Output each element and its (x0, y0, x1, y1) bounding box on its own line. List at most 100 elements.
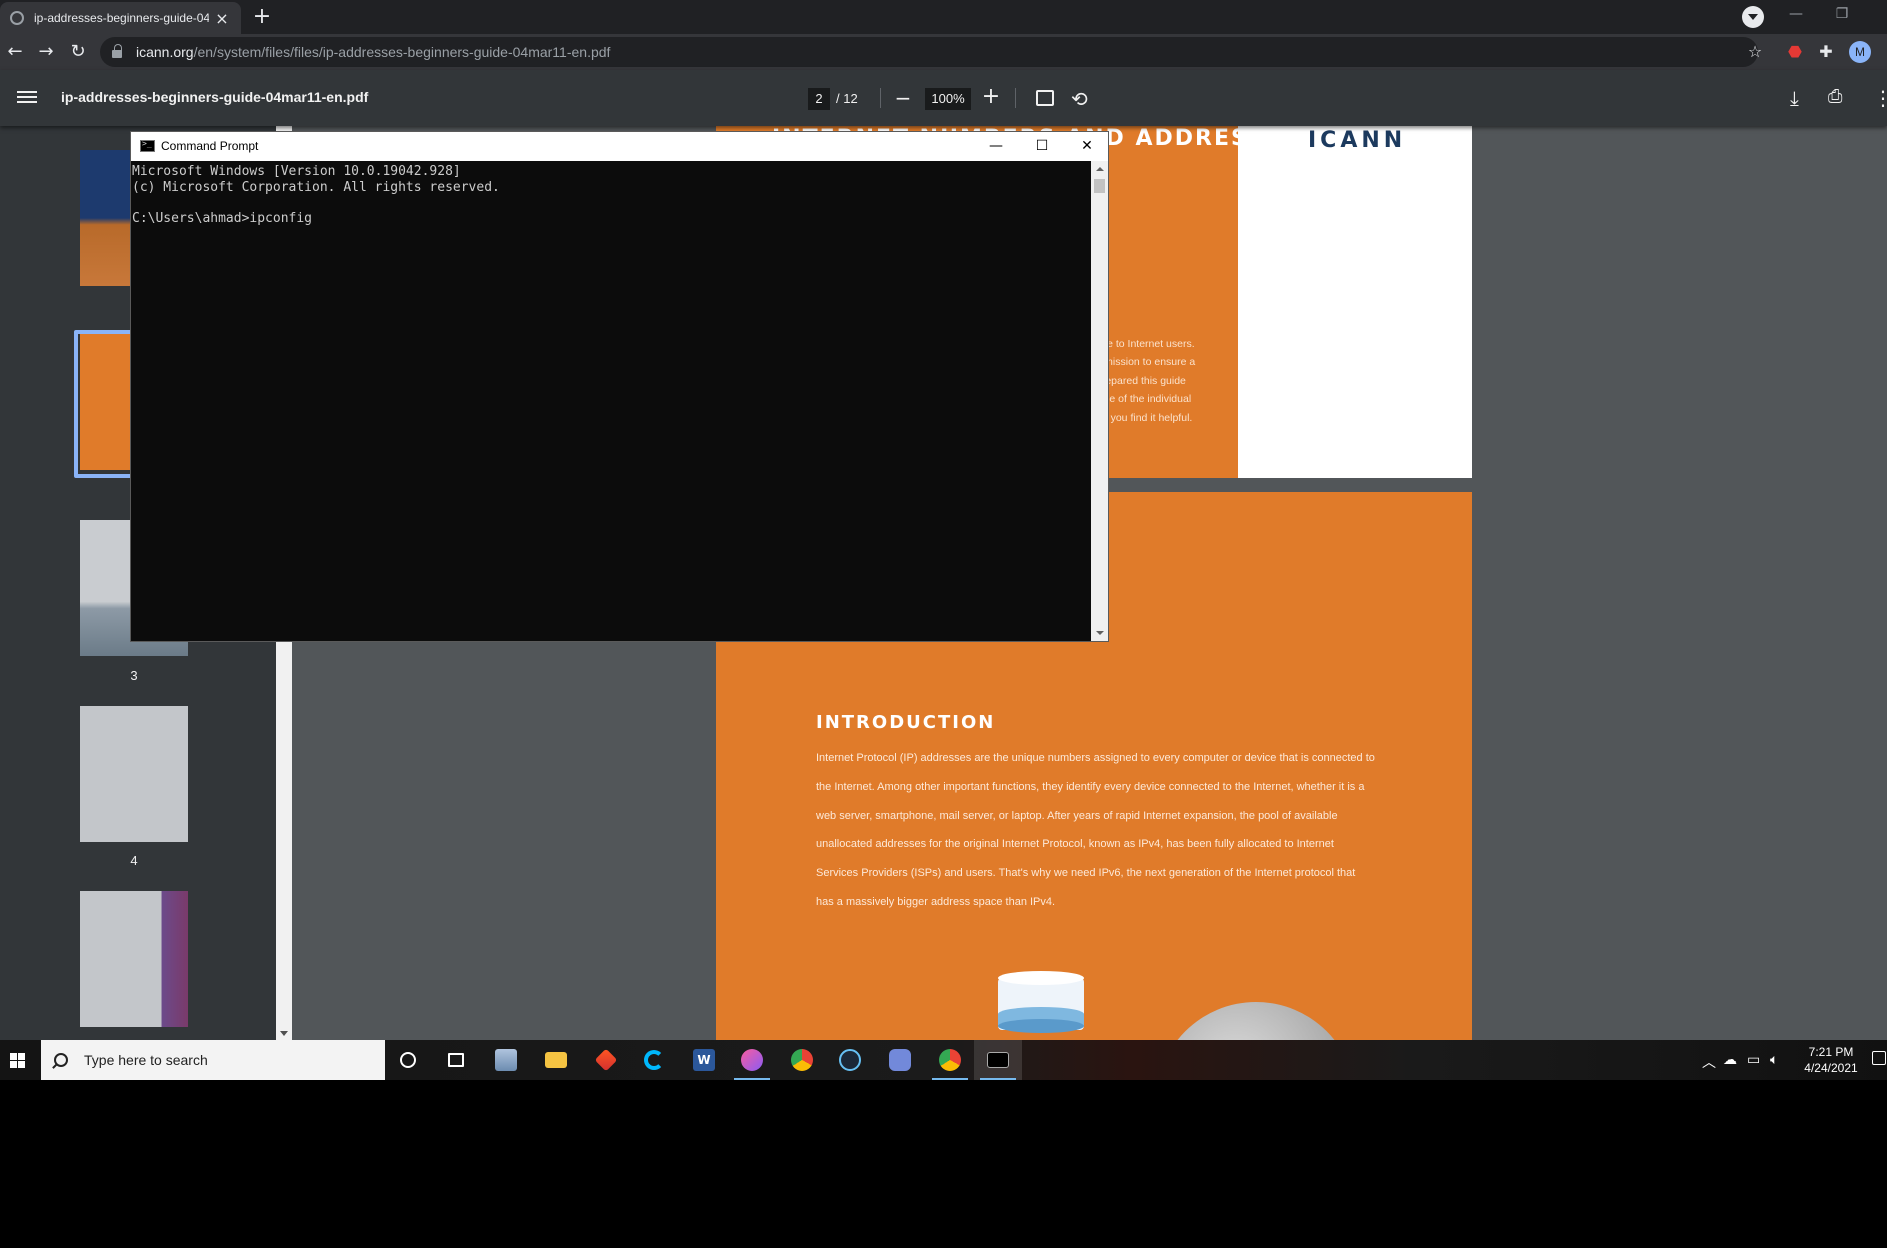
new-tab-button[interactable]: + (248, 4, 276, 32)
clock-time: 7:21 PM (1808, 1045, 1854, 1059)
introduction-heading: INTRODUCTION (816, 712, 996, 733)
chrome-icon (791, 1049, 813, 1071)
taskbar-app-file-explorer[interactable] (532, 1040, 580, 1080)
page-text-line: s mission to ensure a (1096, 356, 1196, 368)
taskbar-app-chrome-profile[interactable] (926, 1040, 974, 1080)
command-prompt-window[interactable]: Command Prompt — ☐ ✕ Microsoft Windows [… (130, 131, 1109, 642)
windows-logo-icon (18, 1053, 25, 1060)
extensions-puzzle-icon[interactable]: ✚ (1815, 41, 1837, 63)
zoom-out-button[interactable]: − (893, 86, 913, 110)
cmd-title-bar[interactable]: Command Prompt — ☐ ✕ (131, 132, 1108, 161)
page-text-line: nce to Internet users. (1096, 338, 1195, 350)
monitor-app-icon (495, 1049, 517, 1071)
print-icon[interactable]: ⎙ (1828, 86, 1842, 107)
taskbar-app-itunes[interactable] (728, 1040, 776, 1080)
tab-title: ip-addresses-beginners-guide-04mar11-en.… (34, 11, 209, 25)
back-button[interactable]: ← (1, 38, 29, 66)
page-number-input[interactable]: 2 (808, 88, 830, 110)
page-thumbnail-5[interactable] (80, 891, 188, 1027)
discord-icon (889, 1049, 911, 1071)
browser-tab-strip: ip-addresses-beginners-guide-04mar11-en.… (0, 0, 1887, 34)
taskbar-search-box[interactable]: Type here to search (41, 1040, 385, 1080)
console-prompt-line: C:\Users\ahmad>ipconfig (132, 210, 313, 226)
windows-logo-icon (10, 1061, 17, 1068)
word-icon: W (693, 1049, 715, 1071)
scroll-up-icon[interactable] (1096, 167, 1104, 171)
task-view-icon (448, 1053, 464, 1067)
lock-icon (112, 44, 122, 58)
hamburger-menu-icon[interactable] (17, 88, 37, 108)
toolbar-divider (1015, 88, 1016, 108)
windows-taskbar: Type here to search W ︿ ☁ ▭ 🔈︎ 7:21 PM 4… (0, 1040, 1887, 1080)
reload-button[interactable]: ↻ (64, 38, 92, 66)
terminal-icon (140, 139, 155, 152)
network-icon[interactable]: ▭ (1747, 1052, 1760, 1068)
search-icon (54, 1053, 68, 1067)
task-view-button[interactable] (432, 1040, 480, 1080)
show-hidden-icons-chevron-icon[interactable]: ︿ (1702, 1052, 1716, 1072)
console-line: (c) Microsoft Corporation. All rights re… (132, 179, 500, 195)
scroll-down-icon[interactable] (280, 1031, 288, 1036)
page-text-line: pice of the individual (1096, 393, 1192, 405)
cortana-circle-icon (400, 1052, 416, 1068)
notification-center-icon[interactable] (1872, 1051, 1886, 1065)
taskbar-app-red-diamond[interactable] (582, 1040, 630, 1080)
cmd-maximize-button[interactable]: ☐ (1019, 132, 1065, 161)
desktop-screen: ip-addresses-beginners-guide-04mar11-en.… (0, 0, 1887, 1248)
forward-button[interactable]: → (32, 38, 60, 66)
profile-avatar[interactable]: M (1849, 41, 1871, 63)
restore-window-button[interactable]: ❐ (1819, 0, 1865, 30)
zoom-in-button[interactable]: + (981, 84, 1001, 109)
cmd-console-output[interactable]: Microsoft Windows [Version 10.0.19042.92… (131, 161, 1091, 641)
rotate-icon[interactable]: ⟲ (1071, 87, 1088, 111)
tab-search-icon[interactable] (1742, 6, 1764, 28)
cmd-scrollbar[interactable] (1091, 161, 1108, 641)
cmd-close-button[interactable]: ✕ (1064, 132, 1110, 161)
cmd-window-title: Command Prompt (161, 139, 259, 153)
console-line: Microsoft Windows [Version 10.0.19042.92… (132, 164, 461, 179)
page-text-line: pe you find it helpful. (1096, 412, 1193, 424)
folder-icon (545, 1052, 567, 1068)
thumbnail-label: 4 (130, 853, 138, 868)
taskbar-app-command-prompt[interactable] (974, 1040, 1022, 1080)
fit-to-page-icon[interactable] (1036, 90, 1054, 106)
scroll-down-icon[interactable] (1096, 631, 1104, 635)
pdf-file-name: ip-addresses-beginners-guide-04mar11-en.… (61, 89, 369, 105)
logitech-g-icon (644, 1050, 664, 1070)
page-thumbnail-4[interactable] (80, 706, 188, 842)
globe-icon (10, 11, 24, 25)
close-tab-icon[interactable]: × (213, 9, 231, 28)
introduction-body: Internet Protocol (IP) addresses are the… (816, 752, 1375, 908)
cmd-minimize-button[interactable]: — (973, 132, 1019, 161)
cortana-button[interactable] (384, 1040, 432, 1080)
taskbar-app-steam[interactable] (826, 1040, 874, 1080)
clock-date: 4/24/2021 (1804, 1061, 1858, 1075)
itunes-icon (741, 1049, 763, 1071)
start-button[interactable] (0, 1040, 36, 1080)
more-options-icon[interactable]: ⋮ (1873, 86, 1887, 110)
taskbar-clock[interactable]: 7:21 PM 4/24/2021 (1792, 1044, 1870, 1076)
taskbar-app-discord[interactable] (876, 1040, 924, 1080)
bookmark-star-icon[interactable]: ☆ (1744, 41, 1766, 63)
minimize-window-button[interactable]: — (1773, 0, 1819, 30)
terminal-icon (987, 1052, 1009, 1068)
download-icon[interactable]: ⤓ (1790, 86, 1799, 110)
address-bar[interactable]: icann.org/en/system/files/files/ip-addre… (100, 37, 1758, 67)
taskbar-app-chrome[interactable] (778, 1040, 826, 1080)
taskbar-app-monitor[interactable] (482, 1040, 530, 1080)
pdf-toolbar: ip-addresses-beginners-guide-04mar11-en.… (0, 70, 1887, 126)
search-placeholder: Type here to search (84, 1052, 208, 1068)
scrollbar-thumb[interactable] (1094, 179, 1105, 193)
page-text-line: prepared this guide (1096, 375, 1186, 387)
adblock-extension-icon[interactable]: ⬣ (1784, 41, 1806, 63)
page-total: / 12 (836, 91, 858, 106)
zoom-level-input[interactable]: 100% (925, 88, 971, 110)
taskbar-app-logitech[interactable] (630, 1040, 678, 1080)
browser-toolbar: ← → ↻ icann.org/en/system/files/files/ip… (0, 34, 1887, 70)
onedrive-cloud-icon[interactable]: ☁ (1723, 1052, 1737, 1068)
browser-tab-active[interactable]: ip-addresses-beginners-guide-04mar11-en.… (0, 2, 241, 34)
volume-icon[interactable]: 🔈︎ (1770, 1052, 1778, 1068)
steam-icon (839, 1049, 861, 1071)
taskbar-app-word[interactable]: W (680, 1040, 728, 1080)
